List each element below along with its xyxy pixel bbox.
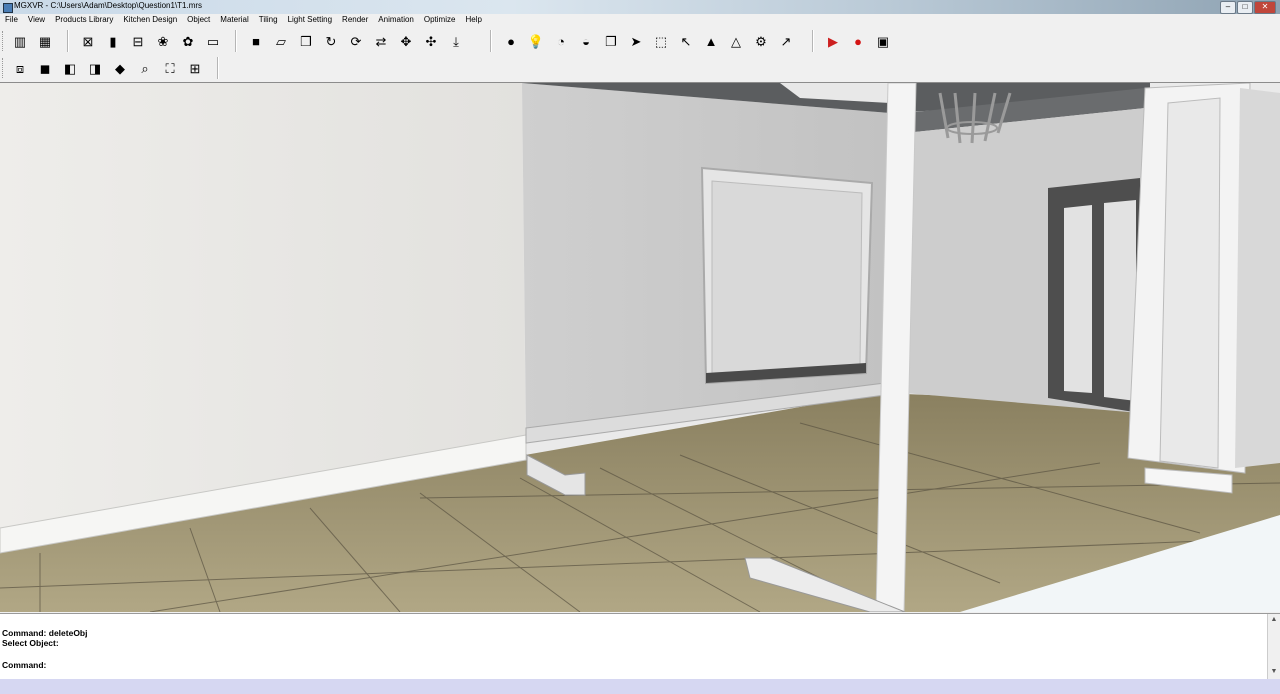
toolbar-group-transform: ■ ▱ ❒ ↻ ⟳ ⇄ ✥ ✣ ⤓: [245, 30, 470, 52]
spotlight-icon[interactable]: ◔: [550, 30, 572, 52]
scroll-up-icon[interactable]: ▲: [1269, 616, 1279, 626]
minimize-button[interactable]: –: [1220, 1, 1236, 14]
plane-icon[interactable]: ▱: [270, 30, 292, 52]
swap-icon[interactable]: ⇄: [370, 30, 392, 52]
camera-icon[interactable]: ▣: [872, 30, 894, 52]
room-render: [0, 83, 1280, 612]
menu-bar: File View Products Library Kitchen Desig…: [0, 14, 1280, 27]
menu-animation[interactable]: Animation: [373, 14, 419, 27]
lamp-icon[interactable]: ◒: [575, 30, 597, 52]
cabinet-group-icon[interactable]: ▦: [34, 30, 56, 52]
view-iso-icon[interactable]: ◆: [109, 57, 131, 79]
disabled-tool-icon[interactable]: ▭: [202, 30, 224, 52]
menu-optimize[interactable]: Optimize: [419, 14, 461, 27]
cabinet-side: [1159, 97, 1221, 469]
command-prompt-line: Select Object:: [2, 638, 59, 648]
maximize-button[interactable]: □: [1237, 1, 1253, 14]
rotate-icon[interactable]: ↻: [320, 30, 342, 52]
menu-tiling[interactable]: Tiling: [254, 14, 283, 27]
toolbar-group-cabinets: ▥ ▦: [9, 30, 59, 52]
toolbar-grip[interactable]: [2, 58, 6, 78]
color-balls-icon[interactable]: ●: [500, 30, 522, 52]
pointer-plus-icon[interactable]: ↗: [775, 30, 797, 52]
toolbar-group-views: ⧈ ◼ ◧ ◨ ◆ ⌕ ⛶ ⊞: [9, 57, 209, 79]
window-controls: – □ ✕: [1220, 1, 1276, 14]
zoom-extents-icon[interactable]: ⛶: [159, 57, 181, 79]
scroll-down-icon[interactable]: ▼: [1269, 668, 1279, 678]
menu-light-setting[interactable]: Light Setting: [283, 14, 337, 27]
toolbar-separator: [217, 57, 219, 79]
zoom-icon[interactable]: ⌕: [134, 57, 156, 79]
light-bulb-icon[interactable]: 💡: [525, 30, 547, 52]
delete-object-icon[interactable]: ⊠: [77, 30, 99, 52]
menu-kitchen-design[interactable]: Kitchen Design: [118, 14, 182, 27]
menu-products-library[interactable]: Products Library: [50, 14, 118, 27]
box-icon[interactable]: ■: [245, 30, 267, 52]
window-title: MGXVR - C:\Users\Adam\Desktop\Question1\…: [14, 1, 203, 10]
toolbar-group-lighting: ● 💡 ◔ ◒ ❐ ➤ ⬚ ↖ ▲ △ ⚙ ↗: [500, 30, 800, 52]
record-icon[interactable]: ●: [847, 30, 869, 52]
command-history-line: Command: deleteObj: [2, 628, 88, 638]
toolbar-separator: [490, 30, 492, 52]
plant-icon[interactable]: ❀: [152, 30, 174, 52]
view-top-icon[interactable]: ⧈: [9, 57, 31, 79]
app-icon: [3, 3, 13, 13]
zoom-window-icon[interactable]: ⊞: [184, 57, 206, 79]
view-toolbar: ⧈ ◼ ◧ ◨ ◆ ⌕ ⛶ ⊞: [0, 55, 227, 81]
gear-icon[interactable]: ⚙: [750, 30, 772, 52]
triangle-icon[interactable]: ▲: [700, 30, 722, 52]
toolbar-group-objects: ⊠ ▮ ⊟ ❀ ✿ ▭: [77, 30, 227, 52]
menu-file[interactable]: File: [0, 14, 23, 27]
command-panel: Command: deleteObj Select Object: Comman…: [0, 613, 1280, 680]
view-side-icon[interactable]: ◧: [59, 57, 81, 79]
toolbar-group-animation: ▶ ● ▣: [822, 30, 897, 52]
command-input-line[interactable]: Command:: [2, 660, 46, 670]
toolbar-grip[interactable]: [2, 31, 6, 51]
select-arrow-icon[interactable]: ➤: [625, 30, 647, 52]
main-toolbar: ▥ ▦ ⊠ ▮ ⊟ ❀ ✿ ▭ ■ ▱ ❒ ↻ ⟳ ⇄ ✥ ✣ ⤓ ● 💡 ◔ ◒ ❐ ➤ ⬚ ↖ ▲ △ ⚙ ↗ ▶ ● ▣: [0, 28, 1280, 54]
play-icon[interactable]: ▶: [822, 30, 844, 52]
select-box-icon[interactable]: ⬚: [650, 30, 672, 52]
menu-help[interactable]: Help: [460, 14, 486, 27]
leaf-icon[interactable]: ✿: [177, 30, 199, 52]
view-back-icon[interactable]: ◨: [84, 57, 106, 79]
command-scrollbar[interactable]: ▲ ▼: [1267, 614, 1280, 680]
view-front-icon[interactable]: ◼: [34, 57, 56, 79]
3d-viewport[interactable]: [0, 82, 1280, 612]
far-door-panel-2: [1104, 200, 1136, 401]
status-bar: [0, 679, 1280, 694]
menu-material[interactable]: Material: [215, 14, 253, 27]
delete-bars-icon[interactable]: ⊟: [127, 30, 149, 52]
cabinet-icon[interactable]: ▥: [9, 30, 31, 52]
import-icon[interactable]: ⤓: [445, 30, 467, 52]
window-glass: [711, 180, 863, 374]
color-bars-icon[interactable]: ▮: [102, 30, 124, 52]
move-icon[interactable]: ✥: [395, 30, 417, 52]
menu-object[interactable]: Object: [182, 14, 215, 27]
menu-render[interactable]: Render: [337, 14, 373, 27]
far-door-panel-1: [1064, 205, 1092, 393]
copy-icon[interactable]: ❐: [600, 30, 622, 52]
pan-icon[interactable]: ✣: [420, 30, 442, 52]
orbit-icon[interactable]: ⟳: [345, 30, 367, 52]
toolbar-separator: [235, 30, 237, 52]
toolbar-separator: [67, 30, 69, 52]
title-bar: MGXVR - C:\Users\Adam\Desktop\Question1\…: [0, 0, 1280, 14]
toolbar-separator: [812, 30, 814, 52]
select-cursor-icon[interactable]: ↖: [675, 30, 697, 52]
cabinet-right: [1235, 88, 1280, 468]
close-button[interactable]: ✕: [1254, 1, 1276, 14]
triangle-outline-icon[interactable]: △: [725, 30, 747, 52]
cube-icon[interactable]: ❒: [295, 30, 317, 52]
menu-view[interactable]: View: [23, 14, 50, 27]
